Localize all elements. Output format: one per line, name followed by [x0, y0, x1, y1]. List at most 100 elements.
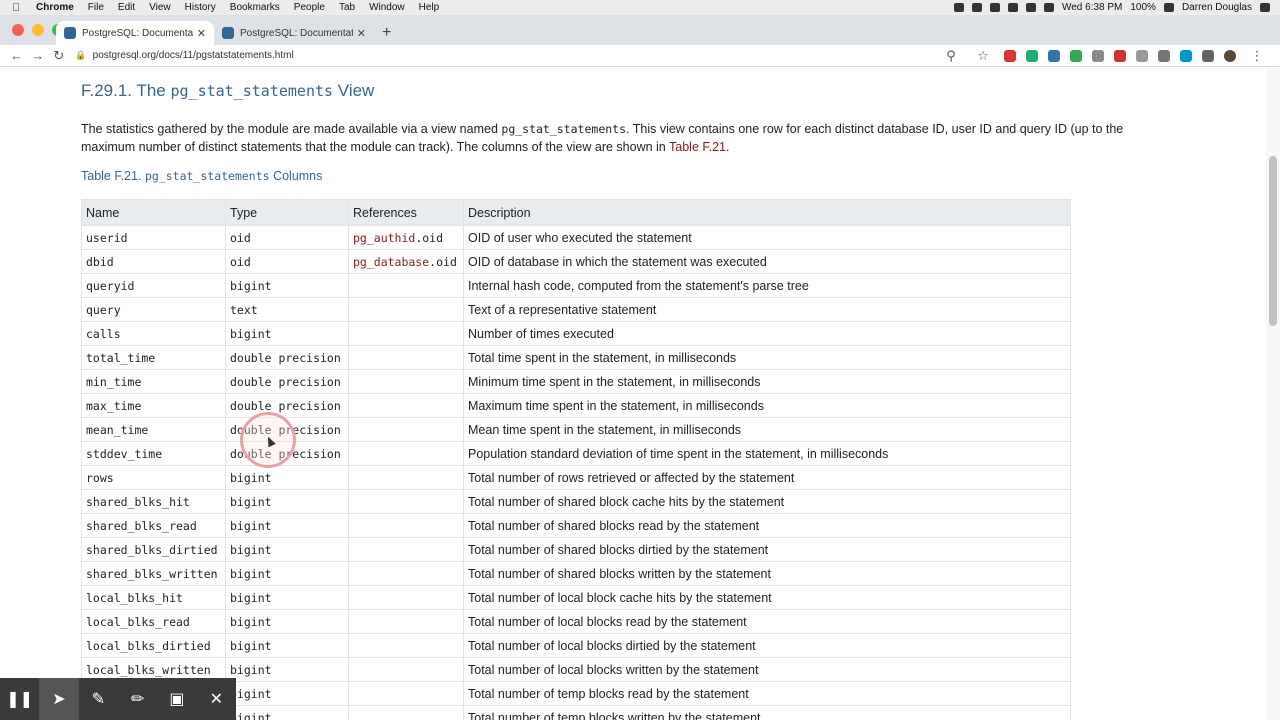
reload-icon[interactable]: ↻	[48, 48, 69, 64]
menu-history[interactable]: History	[185, 2, 216, 13]
table-row: local_blks_hit bigint Total number of lo…	[81, 585, 1071, 610]
lock-icon[interactable]: 🔒	[75, 50, 86, 61]
column-name: shared_blks_read	[81, 513, 226, 538]
wifi-icon[interactable]	[1043, 3, 1054, 12]
microphone-icon[interactable]	[953, 3, 964, 12]
menu-app-name[interactable]: Chrome	[36, 2, 74, 13]
menu-file[interactable]: File	[88, 2, 104, 13]
table-row: stddev_time double precision Population …	[81, 441, 1071, 466]
close-icon[interactable]: ✕	[197, 678, 236, 720]
address-bar[interactable]: 🔒 postgresql.org/docs/11/pgstatstatement…	[75, 50, 940, 61]
extension-icon[interactable]	[1114, 49, 1127, 62]
column-description: Total number of shared blocks written by…	[463, 561, 1071, 586]
reference-link[interactable]: pg_authid	[353, 231, 415, 245]
menu-bookmarks[interactable]: Bookmarks	[230, 2, 280, 13]
address-text[interactable]: postgresql.org/docs/11/pgstatstatements.…	[93, 50, 294, 61]
scrollbar-thumb[interactable]	[1269, 156, 1277, 326]
column-name: userid	[81, 225, 226, 250]
reference-link[interactable]: pg_database	[353, 255, 429, 269]
intro-text-c: .	[726, 140, 730, 154]
highlighter-icon[interactable]: ✏	[118, 678, 157, 720]
column-name: local_blks_read	[81, 609, 226, 634]
column-type: oid	[225, 249, 349, 274]
extension-icon[interactable]	[1004, 49, 1017, 62]
table-row: local_blks_read bigint Total number of l…	[81, 609, 1071, 634]
column-name: shared_blks_written	[81, 561, 226, 586]
record-icon[interactable]	[971, 3, 982, 12]
table-row: shared_blks_read bigint Total number of …	[81, 513, 1071, 538]
column-description: Mean time spent in the statement, in mil…	[463, 417, 1071, 442]
extension-icon[interactable]	[1026, 49, 1039, 62]
battery-text[interactable]: 100%	[1130, 2, 1156, 13]
more-menu-icon[interactable]: ⋮	[1246, 48, 1268, 64]
menu-help[interactable]: Help	[419, 2, 440, 13]
user-name[interactable]: Darren Douglas	[1182, 2, 1252, 13]
postgresql-favicon-icon	[222, 27, 234, 39]
section-title: F.29.1. The pg_stat_statements View	[81, 81, 374, 101]
search-icon[interactable]	[1007, 3, 1018, 12]
page-scrollbar[interactable]	[1266, 68, 1280, 720]
bookmark-star-icon[interactable]: ☆	[972, 48, 994, 64]
close-window-icon[interactable]	[12, 24, 24, 36]
tab-close-icon[interactable]: ✕	[197, 27, 206, 40]
extension-icon[interactable]	[1048, 49, 1061, 62]
extension-icon[interactable]	[1070, 49, 1083, 62]
reference-column: .oid	[429, 254, 457, 269]
back-icon[interactable]: ←	[6, 48, 27, 63]
column-references	[348, 321, 464, 346]
column-description: Total number of local blocks dirtied by …	[463, 633, 1071, 658]
column-references	[348, 489, 464, 514]
column-references	[348, 585, 464, 610]
table-row: max_time double precision Maximum time s…	[81, 393, 1071, 418]
zoom-icon[interactable]: ⚲	[940, 48, 962, 64]
table-link[interactable]: Table F.21	[669, 140, 726, 154]
column-name: local_blks_dirtied	[81, 633, 226, 658]
status-area: Wed 6:38 PM 100% Darren Douglas	[953, 2, 1280, 13]
extension-icon[interactable]	[1158, 49, 1171, 62]
battery-icon[interactable]	[1163, 3, 1174, 12]
column-references	[348, 393, 464, 418]
minimize-window-icon[interactable]	[32, 24, 44, 36]
column-type: bigint	[225, 273, 349, 298]
notification-center-icon[interactable]	[1260, 3, 1270, 12]
extension-icon[interactable]	[1092, 49, 1105, 62]
bluetooth-icon[interactable]	[1025, 3, 1036, 12]
column-name: query	[81, 297, 226, 322]
macos-menubar:  Chrome File Edit View History Bookmark…	[0, 0, 1280, 15]
avatar[interactable]	[1224, 49, 1237, 62]
header-type: Type	[225, 199, 349, 226]
column-type: bigint	[225, 681, 349, 706]
camera-icon[interactable]: ▣	[157, 678, 196, 720]
new-tab-icon[interactable]: +	[382, 24, 391, 42]
intro-text-a: The statistics gathered by the module ar…	[81, 122, 498, 136]
column-description: Minimum time spent in the statement, in …	[463, 369, 1071, 394]
tab-inactive[interactable]: PostgreSQL: Documentation: 1 ✕	[214, 21, 374, 45]
tab-close-icon[interactable]: ✕	[357, 27, 366, 40]
table-row: min_time double precision Minimum time s…	[81, 369, 1071, 394]
clock-text[interactable]: Wed 6:38 PM	[1062, 2, 1122, 13]
section-number: F.29.1. The	[81, 81, 166, 100]
section-suffix: View	[337, 81, 375, 100]
intro-code: pg_stat_statements	[501, 122, 627, 136]
extension-icon[interactable]	[1136, 49, 1149, 62]
forward-icon[interactable]: →	[27, 48, 48, 63]
tab-active[interactable]: PostgreSQL: Documentation: 1 ✕	[56, 21, 214, 45]
pen-icon[interactable]: ✎	[79, 678, 118, 720]
column-description: OID of database in which the statement w…	[463, 249, 1071, 274]
menu-tab[interactable]: Tab	[339, 2, 355, 13]
apple-icon[interactable]: 	[12, 2, 28, 14]
column-description: Total number of temp blocks read by the …	[463, 681, 1071, 706]
column-name: stddev_time	[81, 441, 226, 466]
menu-window[interactable]: Window	[369, 2, 405, 13]
section-code: pg_stat_statements	[170, 82, 334, 100]
pause-icon[interactable]: ❚❚	[0, 678, 39, 720]
download-icon[interactable]	[1180, 49, 1193, 62]
column-references	[348, 561, 464, 586]
pointer-icon[interactable]: ➤	[39, 678, 79, 720]
menu-view[interactable]: View	[149, 2, 171, 13]
dropbox-icon[interactable]	[989, 3, 1000, 12]
menu-edit[interactable]: Edit	[118, 2, 135, 13]
cast-icon[interactable]	[1202, 49, 1215, 62]
column-description: Total number of local block cache hits b…	[463, 585, 1071, 610]
menu-people[interactable]: People	[294, 2, 325, 13]
